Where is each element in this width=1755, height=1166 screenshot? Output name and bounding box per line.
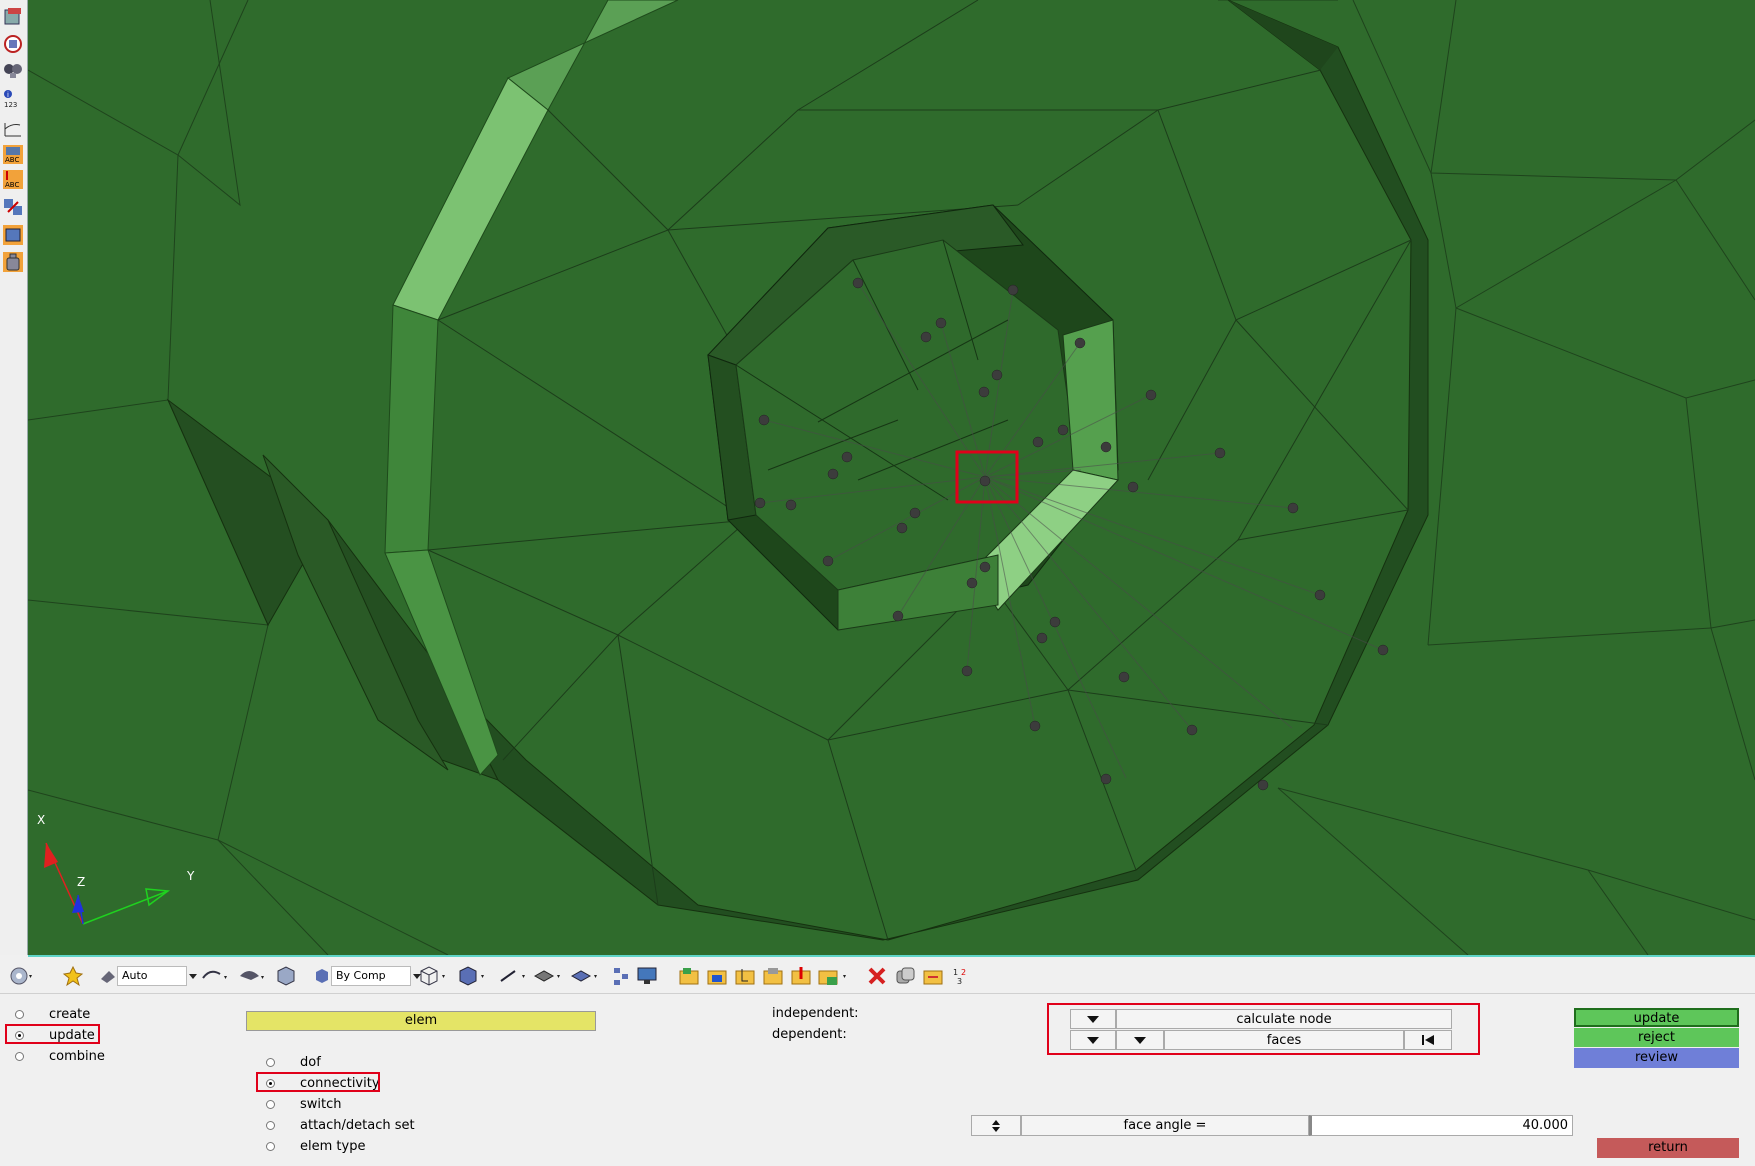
mode-combine-radio[interactable]: combine <box>15 1047 105 1065</box>
edit-element-panel: create update combine elem dof connectiv… <box>0 994 1755 1166</box>
solid-style-icon[interactable] <box>570 965 602 987</box>
update-button[interactable]: update <box>1574 1008 1739 1027</box>
submode-dof-label: dof <box>300 1054 321 1070</box>
delete-icon[interactable] <box>866 965 888 987</box>
triad-y-label: Y <box>187 869 195 883</box>
mass-icon[interactable] <box>2 251 24 273</box>
independent-label: independent: <box>772 1006 859 1021</box>
submode-dof-radio[interactable]: dof <box>266 1053 321 1071</box>
up-down-toggle-icon <box>992 1119 1000 1132</box>
update-highlight <box>5 1024 100 1044</box>
favorites-icon[interactable] <box>62 965 84 987</box>
load-comps-6-icon[interactable] <box>817 965 851 987</box>
numbers-icon[interactable]: 123 <box>950 965 972 987</box>
dependent-label: dependent: <box>772 1027 847 1042</box>
by-comp-select-value: By Comp <box>331 966 411 986</box>
svg-text:1: 1 <box>953 968 958 977</box>
mode-combine-label: combine <box>49 1048 105 1064</box>
wireframe-icon[interactable] <box>418 965 450 987</box>
connectivity-highlight <box>256 1072 380 1092</box>
surface-style-icon[interactable] <box>533 965 565 987</box>
submode-elem-type-radio[interactable]: elem type <box>266 1137 365 1155</box>
independent-dependent-highlight <box>1047 1003 1480 1055</box>
model-browser-icon[interactable] <box>2 6 24 28</box>
submode-attach-detach-label: attach/detach set <box>300 1117 415 1133</box>
mode-create-label: create <box>49 1006 91 1022</box>
find-icon[interactable] <box>2 60 24 82</box>
organize-icon[interactable] <box>922 965 944 987</box>
graphics-toolbar: Auto By Comp 1 2 3 <box>0 957 1755 994</box>
mesh-model[interactable] <box>28 0 1755 955</box>
entity-state-icon[interactable] <box>2 33 24 55</box>
hierarchy-icon[interactable] <box>612 965 632 987</box>
measure-icon[interactable] <box>2 117 24 139</box>
line-style-icon[interactable] <box>498 965 530 987</box>
copy-icon[interactable] <box>894 965 916 987</box>
reject-button[interactable]: reject <box>1574 1028 1739 1047</box>
submode-switch-radio[interactable]: switch <box>266 1095 342 1113</box>
load-comps-3-icon[interactable] <box>734 965 756 987</box>
review-button[interactable]: review <box>1574 1048 1739 1068</box>
return-button[interactable]: return <box>1597 1138 1739 1158</box>
face-angle-input[interactable]: 40.000 <box>1309 1115 1573 1136</box>
triad-x-label: X <box>37 813 46 827</box>
display-icon[interactable] <box>636 965 658 987</box>
radio-create-icon <box>15 1009 24 1019</box>
auto-select-value: Auto <box>117 966 187 986</box>
auto-select[interactable]: Auto <box>99 965 199 987</box>
label-abc-icon[interactable]: ABC <box>2 143 24 165</box>
mode-create-radio[interactable]: create <box>15 1005 90 1023</box>
radio-elem-type-icon <box>266 1141 275 1151</box>
face-angle-label: face angle = <box>1021 1115 1309 1136</box>
face-angle-toggle[interactable] <box>971 1115 1021 1136</box>
load-comps-2-icon[interactable] <box>706 965 728 987</box>
label-abc-2-icon[interactable]: ABC <box>2 168 24 190</box>
load-comps-4-icon[interactable] <box>762 965 784 987</box>
radio-dof-icon <box>266 1057 275 1067</box>
mesh-style-icon[interactable] <box>457 965 489 987</box>
view-options-icon[interactable] <box>8 965 34 987</box>
submode-attach-detach-radio[interactable]: attach/detach set <box>266 1116 415 1134</box>
transform-icon[interactable] <box>2 196 24 218</box>
load-comps-5-icon[interactable] <box>790 965 812 987</box>
svg-text:2: 2 <box>961 968 966 977</box>
id-label: 123 <box>4 101 18 109</box>
shaded-icon[interactable] <box>237 965 267 987</box>
by-comp-select[interactable]: By Comp <box>313 965 423 987</box>
svg-text:3: 3 <box>957 977 962 986</box>
radio-combine-icon <box>15 1051 24 1061</box>
svg-text:ABC: ABC <box>5 181 19 189</box>
rotate-icon[interactable] <box>200 965 230 987</box>
radio-attach-detach-icon <box>266 1120 275 1130</box>
svg-text:ABC: ABC <box>5 156 19 164</box>
mesh-edit-icon[interactable] <box>2 224 24 246</box>
load-comps-icon[interactable] <box>678 965 700 987</box>
graphics-viewport[interactable]: X Z Y <box>28 0 1755 957</box>
submode-elem-type-label: elem type <box>300 1138 366 1154</box>
id-info-icon[interactable]: i 123 <box>2 88 24 110</box>
triad-z-label: Z <box>77 875 86 889</box>
radio-switch-icon <box>266 1099 275 1109</box>
submode-switch-label: switch <box>300 1096 342 1112</box>
box-view-icon[interactable] <box>275 965 297 987</box>
entity-selector-elem[interactable]: elem <box>246 1011 596 1031</box>
svg-text:i: i <box>7 91 9 99</box>
left-toolbar: i 123 ABC ABC <box>0 0 28 955</box>
auto-select-chevron-icon <box>189 974 197 979</box>
